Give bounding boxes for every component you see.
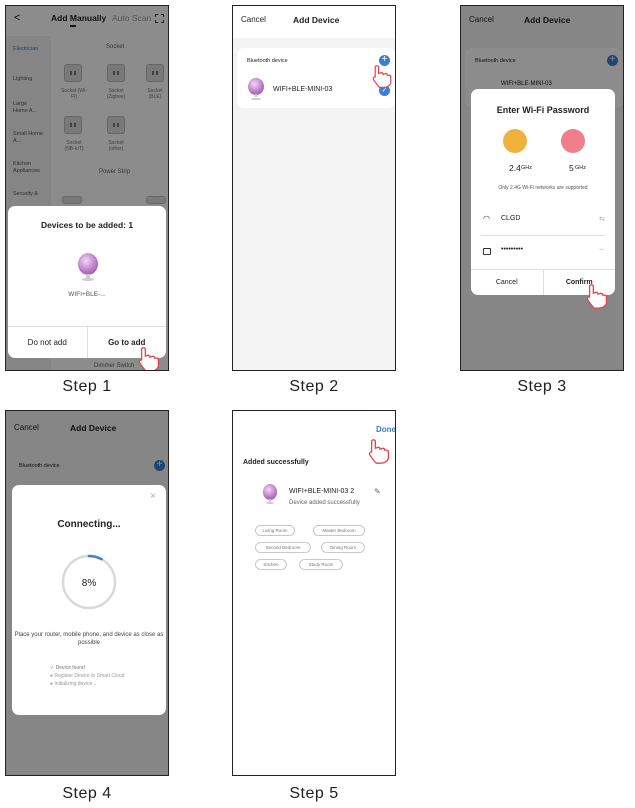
step2-header: Cancel Add Device [233,6,395,38]
tap-hand-icon [138,347,160,370]
step4-label: Step 4 [62,785,112,802]
step-text: Initializing device... [54,681,97,687]
step-text: Register Device to Smart Cloud [54,673,125,679]
close-icon[interactable]: × [150,491,156,502]
password-input[interactable]: ••••••••• [501,246,523,253]
lamp-device-icon [263,484,277,504]
cancel-dialog-button[interactable]: Cancel [471,270,544,295]
room-chip-living[interactable]: Living Room [255,525,295,536]
step-device-found: ✓ Device found [50,665,85,671]
room-chip-master-bedroom[interactable]: Master Bedroom [313,525,365,536]
lamp-device-icon [78,253,98,281]
progress-percent: 8% [81,578,97,589]
success-heading: Added successfully [243,459,309,466]
wifi-password-dialog: Enter Wi-Fi Password 2.4 GHz 5 GHz Only … [471,89,615,295]
tap-hand-icon [368,439,390,464]
step2-label: Step 2 [289,378,339,395]
step4-phone: Cancel Add Device Bluetooth device + × C… [5,410,169,776]
step1-label: Step 1 [62,378,112,395]
switch-network-icon[interactable]: ⇆ [599,215,605,223]
room-chip-kitchen[interactable]: Kitchen [255,559,287,570]
device-name[interactable]: WIFI+BLE-MINI-03 [273,86,332,93]
room-chip-second-bedroom[interactable]: Second Bedroom [255,542,311,553]
band-5-main: 5 [569,163,574,173]
show-password-icon[interactable]: ⌣ [599,246,604,254]
tap-hand-icon [586,284,608,309]
done-button[interactable]: Done [376,425,395,434]
wifi-icon: ◠ [483,214,490,223]
band-5-unit: GHz [575,165,586,171]
lamp-device-icon [248,78,264,100]
step-register-cloud: ● Register Device to Smart Cloud [50,673,125,679]
step-text: Device found [55,665,85,671]
room-chip-study[interactable]: Study Room [299,559,343,570]
dialog-title: Connecting... [57,519,121,530]
edit-name-icon[interactable]: ✎ [374,487,381,496]
cancel-button[interactable]: Cancel [241,15,266,24]
step3-label: Step 3 [517,378,567,395]
step5-label: Step 5 [289,785,339,802]
step1-phone: < Add Manually Auto Scan Electrician Lig… [5,5,169,371]
sad-face-icon [561,129,585,153]
device-status: Device added successfully [289,500,360,506]
happy-face-icon [503,129,527,153]
step-initializing: ● Initializing device... [50,681,97,687]
ssid-input[interactable]: CLGD [501,215,520,222]
band-24-unit: GHz [521,165,532,171]
field-divider [481,235,605,236]
step3-phone: Cancel Add Device Bluetooth device + WIF… [460,5,624,371]
band-note: Only 2.4G Wi-Fi networks are supported [498,185,588,191]
tap-hand-icon [372,65,392,89]
placement-hint: Place your router, mobile phone, and dev… [14,632,164,646]
device-name: WIFI+BLE-... [68,291,106,298]
popup-title: Devices to be added: 1 [40,220,134,230]
devices-to-add-popup: Devices to be added: 1 WIFI+BLE-... Do n… [8,206,166,358]
step5-phone: Done Added successfully WIFI+BLE-MINI-03… [232,410,396,776]
band-24-main: 2.4 [509,163,521,173]
do-not-add-button[interactable]: Do not add [8,327,88,358]
connecting-dialog: × Connecting... 8% Place your router, mo… [12,485,166,715]
dialog-title: Enter Wi-Fi Password [496,105,590,115]
page-title: Add Device [293,15,340,25]
step2-phone: Cancel Add Device Bluetooth device + WIF… [232,5,396,371]
lock-icon [483,248,491,255]
section-label-bluetooth: Bluetooth device [247,58,288,64]
device-name: WIFI+BLE-MINI-03 2 [289,488,355,495]
room-chip-dining[interactable]: Dining Room [321,542,365,553]
